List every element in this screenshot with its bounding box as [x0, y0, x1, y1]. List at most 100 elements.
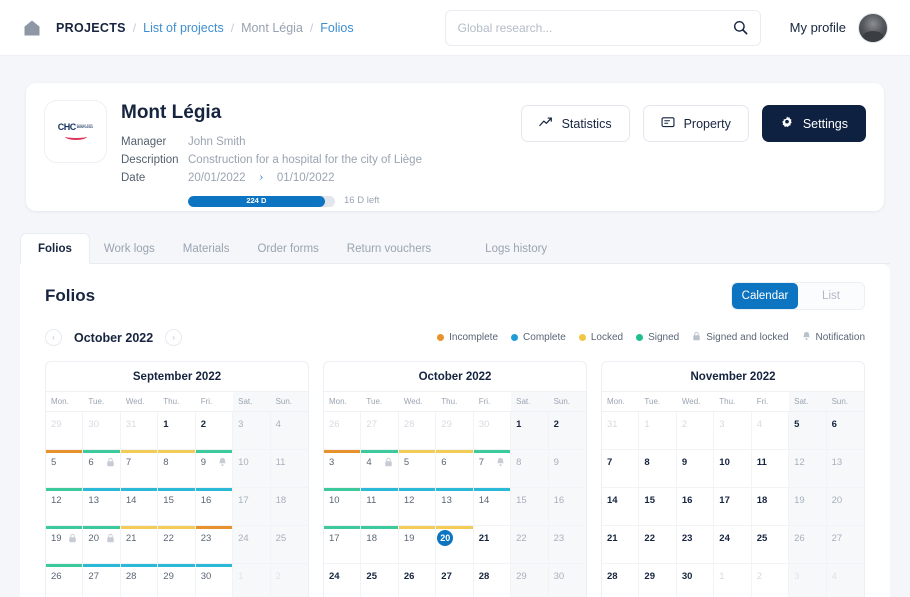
calendar-day-cell[interactable]: 30	[474, 412, 511, 450]
calendar-day-cell[interactable]: 21	[602, 526, 639, 564]
calendar-day-cell[interactable]: 10	[324, 488, 361, 526]
calendar-day-cell[interactable]: 23	[677, 526, 714, 564]
view-toggle-list[interactable]: List	[798, 283, 864, 309]
calendar-day-cell[interactable]: 2	[271, 564, 308, 597]
profile-menu[interactable]: My profile	[790, 13, 888, 43]
calendar-day-cell[interactable]: 16	[549, 488, 586, 526]
calendar-day-cell[interactable]: 30	[549, 564, 586, 597]
calendar-day-cell[interactable]: 16	[196, 488, 233, 526]
calendar-day-cell[interactable]: 2	[752, 564, 789, 597]
calendar-day-cell[interactable]: 24	[714, 526, 751, 564]
calendar-day-cell[interactable]: 28	[121, 564, 158, 597]
calendar-day-cell[interactable]: 9	[677, 450, 714, 488]
calendar-day-cell[interactable]: 22	[511, 526, 548, 564]
calendar-day-cell[interactable]: 9	[549, 450, 586, 488]
calendar-day-cell[interactable]: 2	[677, 412, 714, 450]
calendar-day-cell[interactable]: 6	[436, 450, 473, 488]
calendar-day-cell[interactable]: 7	[121, 450, 158, 488]
calendar-day-cell[interactable]: 17	[233, 488, 270, 526]
calendar-day-cell[interactable]: 20	[827, 488, 864, 526]
calendar-day-cell[interactable]: 4	[271, 412, 308, 450]
calendar-day-cell[interactable]: 12	[789, 450, 826, 488]
calendar-day-cell[interactable]: 28	[474, 564, 511, 597]
calendar-day-cell[interactable]: 25	[752, 526, 789, 564]
calendar-day-cell[interactable]: 13	[827, 450, 864, 488]
tab-order-forms[interactable]: Order forms	[243, 234, 332, 263]
calendar-day-cell[interactable]: 13	[436, 488, 473, 526]
calendar-day-cell[interactable]: 2	[549, 412, 586, 450]
global-search[interactable]	[445, 10, 761, 46]
calendar-day-cell[interactable]: 8	[639, 450, 676, 488]
calendar-day-cell[interactable]: 4	[827, 564, 864, 597]
calendar-day-cell[interactable]: 12	[399, 488, 436, 526]
calendar-day-cell[interactable]: 17	[714, 488, 751, 526]
calendar-day-cell[interactable]: 15	[158, 488, 195, 526]
calendar-day-cell[interactable]: 31	[121, 412, 158, 450]
calendar-day-cell[interactable]: 6	[83, 450, 120, 488]
home-icon[interactable]	[22, 18, 42, 38]
calendar-day-cell[interactable]: 14	[121, 488, 158, 526]
statistics-button[interactable]: Statistics	[521, 105, 630, 142]
calendar-day-cell[interactable]: 18	[752, 488, 789, 526]
calendar-day-cell[interactable]: 11	[361, 488, 398, 526]
view-toggle-calendar[interactable]: Calendar	[732, 283, 798, 309]
calendar-day-cell[interactable]: 10	[233, 450, 270, 488]
calendar-day-cell[interactable]: 23	[196, 526, 233, 564]
calendar-day-cell[interactable]: 20	[436, 526, 473, 564]
calendar-day-cell[interactable]: 20	[83, 526, 120, 564]
calendar-day-cell[interactable]: 24	[324, 564, 361, 597]
calendar-day-cell[interactable]: 19	[46, 526, 83, 564]
calendar-day-cell[interactable]: 31	[602, 412, 639, 450]
calendar-day-cell[interactable]: 1	[639, 412, 676, 450]
breadcrumb-list-of-projects[interactable]: List of projects	[143, 21, 224, 35]
settings-button[interactable]: Settings	[762, 105, 866, 142]
calendar-day-cell[interactable]: 28	[602, 564, 639, 597]
calendar-day-cell[interactable]: 1	[158, 412, 195, 450]
calendar-day-cell[interactable]: 15	[639, 488, 676, 526]
calendar-day-cell[interactable]: 9	[196, 450, 233, 488]
calendar-day-cell[interactable]: 27	[827, 526, 864, 564]
search-icon[interactable]	[733, 20, 748, 35]
calendar-day-cell[interactable]: 11	[752, 450, 789, 488]
calendar-day-cell[interactable]: 29	[46, 412, 83, 450]
calendar-day-cell[interactable]: 10	[714, 450, 751, 488]
calendar-day-cell[interactable]: 12	[46, 488, 83, 526]
next-month-button[interactable]: ›	[165, 329, 182, 346]
tab-logs-history[interactable]: Logs history	[471, 234, 561, 263]
calendar-day-cell[interactable]: 16	[677, 488, 714, 526]
calendar-day-cell[interactable]: 26	[399, 564, 436, 597]
calendar-day-cell[interactable]: 11	[271, 450, 308, 488]
calendar-day-cell[interactable]: 13	[83, 488, 120, 526]
calendar-day-cell[interactable]: 6	[827, 412, 864, 450]
calendar-day-cell[interactable]: 7	[602, 450, 639, 488]
previous-month-button[interactable]: ‹	[45, 329, 62, 346]
calendar-day-cell[interactable]: 14	[602, 488, 639, 526]
avatar[interactable]	[858, 13, 888, 43]
calendar-day-cell[interactable]: 29	[436, 412, 473, 450]
calendar-day-cell[interactable]: 27	[361, 412, 398, 450]
search-input[interactable]	[458, 21, 733, 35]
calendar-day-cell[interactable]: 3	[789, 564, 826, 597]
calendar-day-cell[interactable]: 25	[361, 564, 398, 597]
calendar-day-cell[interactable]: 19	[789, 488, 826, 526]
calendar-day-cell[interactable]: 7	[474, 450, 511, 488]
calendar-day-cell[interactable]: 15	[511, 488, 548, 526]
calendar-day-cell[interactable]: 3	[233, 412, 270, 450]
calendar-day-cell[interactable]: 1	[233, 564, 270, 597]
calendar-day-cell[interactable]: 8	[511, 450, 548, 488]
calendar-day-cell[interactable]: 22	[158, 526, 195, 564]
calendar-day-cell[interactable]: 23	[549, 526, 586, 564]
calendar-day-cell[interactable]: 18	[361, 526, 398, 564]
breadcrumb-project-name[interactable]: Mont Légia	[241, 21, 303, 35]
calendar-day-cell[interactable]: 29	[639, 564, 676, 597]
tab-folios[interactable]: Folios	[20, 233, 90, 264]
calendar-day-cell[interactable]: 21	[121, 526, 158, 564]
property-button[interactable]: Property	[643, 105, 749, 142]
calendar-day-cell[interactable]: 1	[714, 564, 751, 597]
calendar-day-cell[interactable]: 30	[83, 412, 120, 450]
calendar-day-cell[interactable]: 24	[233, 526, 270, 564]
calendar-day-cell[interactable]: 18	[271, 488, 308, 526]
calendar-day-cell[interactable]: 29	[511, 564, 548, 597]
calendar-day-cell[interactable]: 8	[158, 450, 195, 488]
calendar-day-cell[interactable]: 17	[324, 526, 361, 564]
